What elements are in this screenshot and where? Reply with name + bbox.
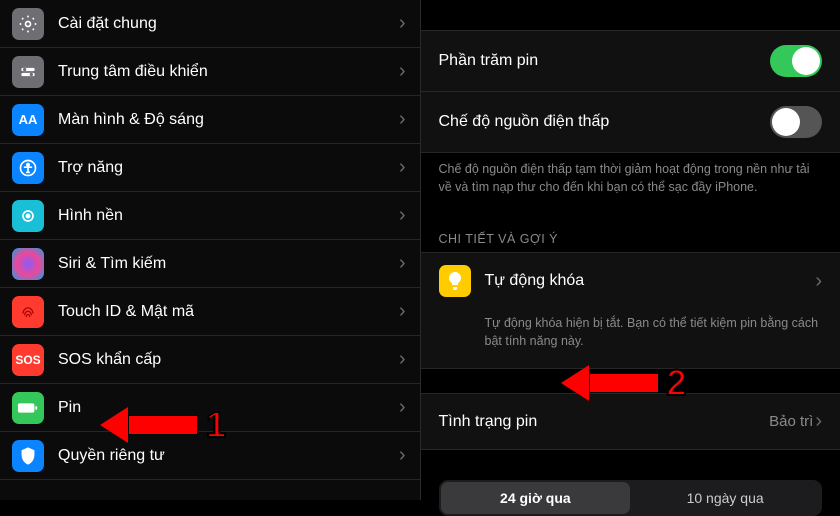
annotation-number-1: 1 — [206, 404, 226, 446]
siri-icon — [12, 248, 44, 280]
seg-10d[interactable]: 10 ngày qua — [630, 482, 820, 514]
low-power-note: Chế độ nguồn điện thấp tạm thời giảm hoạ… — [421, 153, 840, 214]
row-label: Màn hình & Độ sáng — [58, 111, 399, 129]
battery-toggle-group: Phần trăm pin Chế độ nguồn điện thấp — [421, 30, 840, 153]
chevron-right-icon: › — [399, 204, 406, 227]
settings-row-display[interactable]: AA Màn hình & Độ sáng › — [0, 96, 420, 144]
control-center-icon — [12, 56, 44, 88]
row-label: Touch ID & Mật mã — [58, 303, 399, 321]
lightbulb-icon — [439, 265, 471, 297]
low-power-toggle[interactable] — [770, 106, 822, 138]
tip-description: Tự động khóa hiện bị tắt. Bạn có thể tiế… — [421, 309, 840, 369]
annotation-arrow-1: 1 — [100, 404, 226, 446]
chevron-right-icon: › — [399, 12, 406, 35]
privacy-icon — [12, 440, 44, 472]
tips-section-header: CHI TIẾT VÀ GỢI Ý — [421, 214, 840, 252]
tip-autolock-row[interactable]: Tự động khóa › — [421, 252, 840, 309]
row-label: Quyền riêng tư — [58, 447, 399, 465]
time-range-segmented[interactable]: 24 giờ qua 10 ngày qua — [439, 480, 823, 516]
chevron-right-icon: › — [815, 270, 822, 293]
battery-health-label: Tình trạng pin — [439, 413, 538, 431]
battery-percent-label: Phần trăm pin — [439, 52, 539, 70]
settings-row-control-center[interactable]: Trung tâm điều khiển › — [0, 48, 420, 96]
chevron-right-icon: › — [399, 444, 406, 467]
settings-row-general[interactable]: Cài đặt chung › — [0, 0, 420, 48]
settings-row-siri[interactable]: Siri & Tìm kiếm › — [0, 240, 420, 288]
chevron-right-icon: › — [815, 410, 822, 433]
row-label: SOS khẩn cấp — [58, 351, 399, 369]
gear-icon — [12, 8, 44, 40]
row-label: Hình nền — [58, 207, 399, 225]
row-label: Trung tâm điều khiển — [58, 63, 399, 81]
settings-row-touchid[interactable]: Touch ID & Mật mã › — [0, 288, 420, 336]
display-icon: AA — [12, 104, 44, 136]
chevron-right-icon: › — [399, 156, 406, 179]
battery-detail-pane: Phần trăm pin Chế độ nguồn điện thấp Chế… — [421, 0, 840, 500]
row-label: Trợ năng — [58, 159, 399, 177]
settings-row-accessibility[interactable]: Trợ năng › — [0, 144, 420, 192]
annotation-arrow-2: 2 — [561, 362, 687, 404]
tip-title: Tự động khóa — [485, 272, 802, 290]
battery-percent-row[interactable]: Phần trăm pin — [421, 31, 840, 92]
seg-24h[interactable]: 24 giờ qua — [441, 482, 631, 514]
battery-health-value: Bảo trì › — [769, 410, 822, 433]
chevron-right-icon: › — [399, 108, 406, 131]
battery-icon — [12, 392, 44, 424]
sos-icon: SOS — [12, 344, 44, 376]
chevron-right-icon: › — [399, 300, 406, 323]
accessibility-icon — [12, 152, 44, 184]
annotation-number-2: 2 — [667, 362, 687, 404]
low-power-row[interactable]: Chế độ nguồn điện thấp — [421, 92, 840, 152]
wallpaper-icon — [12, 200, 44, 232]
settings-list-pane: Cài đặt chung › Trung tâm điều khiển › A… — [0, 0, 421, 500]
chevron-right-icon: › — [399, 60, 406, 83]
row-label: Siri & Tìm kiếm — [58, 255, 399, 273]
settings-row-sos[interactable]: SOS SOS khẩn cấp › — [0, 336, 420, 384]
row-label: Cài đặt chung — [58, 15, 399, 33]
chevron-right-icon: › — [399, 396, 406, 419]
chevron-right-icon: › — [399, 348, 406, 371]
settings-row-wallpaper[interactable]: Hình nền › — [0, 192, 420, 240]
low-power-label: Chế độ nguồn điện thấp — [439, 113, 610, 131]
fingerprint-icon — [12, 296, 44, 328]
battery-percent-toggle[interactable] — [770, 45, 822, 77]
chevron-right-icon: › — [399, 252, 406, 275]
